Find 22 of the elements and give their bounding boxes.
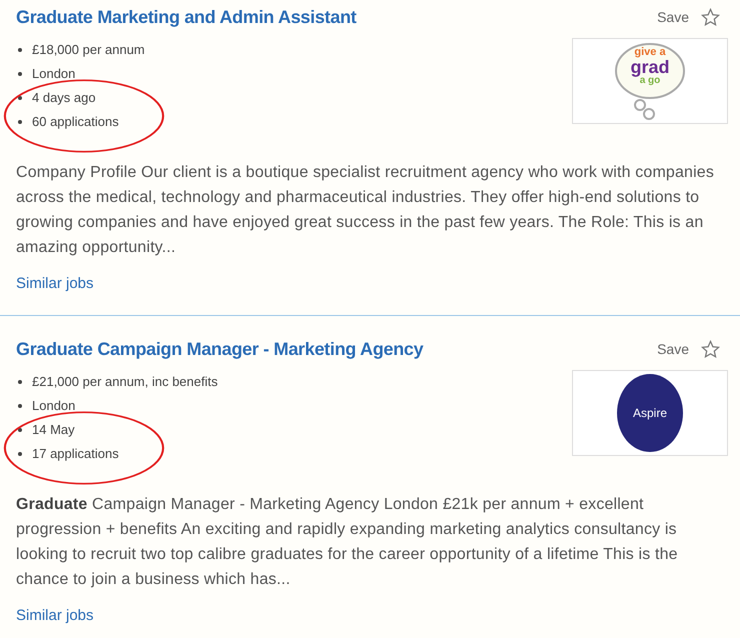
logo-text: a go bbox=[640, 76, 660, 86]
similar-jobs-link[interactable]: Similar jobs bbox=[16, 607, 94, 624]
job-detail: 60 applications bbox=[16, 110, 316, 134]
job-description: Graduate Campaign Manager - Marketing Agency London £21k per annum + excellent progression + benefits An exciting and rapidly expanding marketing analytics consultancy is looking to recruit two top calibre graduates for the career opportunity of a lifetime This is the chance to join a business which has... bbox=[16, 495, 679, 590]
logo-text: Aspire bbox=[632, 406, 667, 420]
job-detail: £18,000 per annum bbox=[16, 38, 316, 62]
logo-text: grad bbox=[630, 58, 670, 76]
job-detail: 17 applications bbox=[16, 442, 316, 466]
job-description: Company Profile Our client is a boutique specialist recruitment agency who work with companies across the medical, technology and pharmaceutical industries. They offer high-end solutions to growing companies and have enjoyed great success in the past few years. The Role: This is an amazing opportunity... bbox=[16, 163, 715, 258]
save-button[interactable]: Save bbox=[653, 339, 693, 359]
job-detail: London bbox=[16, 62, 316, 86]
star-icon[interactable] bbox=[701, 340, 720, 358]
job-title-link[interactable]: Graduate Marketing and Admin Assistant bbox=[16, 6, 654, 28]
job-detail: 4 days ago bbox=[16, 86, 316, 110]
job-title-link[interactable]: Graduate Campaign Manager - Marketing Agency bbox=[16, 338, 654, 360]
logo-text: give a bbox=[634, 47, 666, 58]
star-icon[interactable] bbox=[701, 8, 720, 26]
job-detail: £21,000 per annum, inc benefits bbox=[16, 370, 316, 394]
save-button[interactable]: Save bbox=[653, 7, 693, 27]
job-detail: 14 May bbox=[16, 418, 316, 442]
job-detail: London bbox=[16, 394, 316, 418]
similar-jobs-link[interactable]: Similar jobs bbox=[16, 275, 94, 292]
